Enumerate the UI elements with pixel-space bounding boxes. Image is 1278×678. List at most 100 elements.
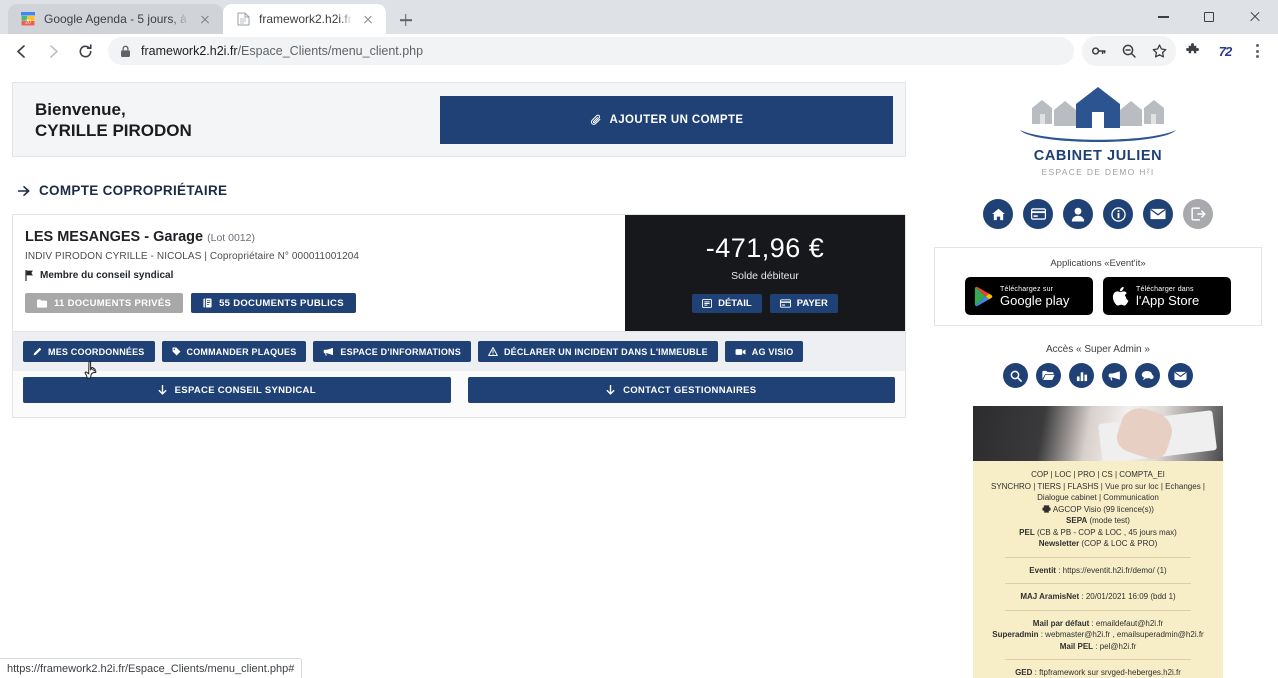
info-line-eventit: Eventit : https://eventit.h2i.fr/demo/ (… [983,565,1213,577]
extensions-button[interactable] [1178,36,1208,66]
window-close-button[interactable] [1232,0,1278,34]
action-declarer-incident[interactable]: DÉCLARER UN INCIDENT DANS L'IMMEUBLE [477,341,718,362]
nav-card-button[interactable] [1023,199,1053,229]
address-bar[interactable]: framework2.h2i.fr/Espace_Clients/menu_cl… [108,37,1074,65]
chat-icon [1141,370,1154,381]
info-line-features: SYNCHRO | TIERS | FLASHS | Vue pro sur l… [990,481,1206,491]
action-label: ESPACE D'INFORMATIONS [340,346,461,357]
admin-stats-button[interactable] [1069,363,1094,388]
admin-search-button[interactable] [1003,363,1028,388]
sidebar: CABINET JULIEN ESPACE DE DEMO H²I Applic… [918,68,1278,678]
action-mes-coordonnees[interactable]: MES COORDONNÉES [23,341,155,362]
lock-icon [121,45,130,57]
balance-pay-button[interactable]: PAYER [769,294,838,313]
action-commander-plaques[interactable]: COMMANDER PLAQUES [161,341,307,362]
app-store-badge[interactable]: Télécharger dans l'App Store [1103,277,1231,315]
admin-chat-button[interactable] [1135,363,1160,388]
chrome-menu-button[interactable] [1242,36,1272,66]
public-documents-button[interactable]: 55 DOCUMENTS PUBLICS [191,293,356,313]
google-play-text: Téléchargez sur Google play [1000,285,1069,308]
welcome-text: Bienvenue, CYRILLE PIRODON [25,99,440,141]
main-column: Bienvenue, CYRILLE PIRODON AJOUTER UN CO… [0,68,918,678]
close-icon[interactable] [197,11,213,27]
info-line-ged: GED : ftpframework sur srvged-heberges.h… [983,667,1213,678]
minimize-button[interactable] [1140,0,1186,34]
info-maj-rest: : 20/01/2021 16:09 (bdd 1) [1079,592,1176,601]
video-icon [735,348,746,355]
card-icon [1030,208,1046,220]
list-icon [702,299,713,308]
new-tab-button[interactable] [392,6,420,34]
omnibox-action-group [1082,36,1176,66]
google-play-big: Google play [1000,292,1070,308]
action-espace-informations[interactable]: ESPACE D'INFORMATIONS [313,341,471,362]
section-heading-label: COMPTE COPROPRIÉTAIRE [39,183,228,198]
envelope-icon [1150,208,1166,220]
welcome-username: CYRILLE PIRODON [35,120,192,140]
page-content: Bienvenue, CYRILLE PIRODON AJOUTER UN CO… [0,68,1278,678]
balance-label: Solde débiteur [731,270,799,282]
info-line-mail-default: Mail par défaut : emaildefaut@h2i.fr [983,618,1213,630]
logout-icon [1190,207,1206,221]
system-info-panel: COP | LOC | PRO | CS | COMPTA_EI SYNCHRO… [973,461,1223,678]
back-button[interactable] [6,36,36,66]
info-mailpel-rest: : pel@h2i.fr [1093,641,1137,651]
contact-gestionnaires-button[interactable]: CONTACT GESTIONNAIRES [467,377,895,403]
info-line-superadmin: Superadmin : webmaster@h2i.fr , emailsup… [983,629,1213,641]
info-maj-bold: MAJ AramisNet [1020,592,1080,601]
browser-tab-google-agenda[interactable]: 20 Google Agenda - 5 jours, à partir [8,4,223,34]
flag-icon [25,270,33,281]
close-icon [1249,11,1261,23]
public-documents-label: 55 DOCUMENTS PUBLICS [219,297,344,309]
close-icon[interactable] [360,11,376,27]
browser-chrome: 20 Google Agenda - 5 jours, à partir fra… [0,0,1278,68]
add-account-button[interactable]: AJOUTER UN COMPTE [440,95,893,144]
bar-chart-icon [1076,371,1087,381]
profile-button[interactable]: 72 [1210,36,1240,66]
info-sepa-bold: SEPA [1066,516,1088,525]
welcome-greeting: Bienvenue, [35,99,126,119]
account-subtitle: INDIV PIRODON CYRILLE - NICOLAS | Coprop… [25,251,360,262]
private-documents-button[interactable]: 11 DOCUMENTS PRIVÉS [25,293,184,313]
sidebar-nav-icons [918,199,1278,229]
paperclip-icon [590,114,600,125]
puzzle-icon [1186,43,1199,54]
nav-logout-button[interactable] [1183,199,1213,229]
section-heading: COMPTE COPROPRIÉTAIRE [18,183,906,198]
toolbar-actions: 72 [1082,36,1272,66]
apple-icon [1112,286,1129,306]
address-bar-url: framework2.h2i.fr/Espace_Clients/menu_cl… [141,44,423,58]
url-domain: framework2.h2i.fr [141,44,238,58]
info-line-sepa: SEPA (mode test) [983,515,1213,527]
nav-mail-button[interactable] [1143,199,1173,229]
admin-mail-button[interactable] [1168,363,1193,388]
window-controls [1140,0,1278,34]
admin-announce-button[interactable] [1102,363,1127,388]
bookmark-button[interactable] [1144,36,1174,66]
espace-conseil-syndical-button[interactable]: ESPACE CONSEIL SYNDICAL [23,377,451,403]
zoom-out-button[interactable] [1114,36,1144,66]
nav-user-button[interactable] [1063,199,1093,229]
browser-tab-framework2[interactable]: framework2.h2i.fr [223,4,386,34]
back-arrow-icon [16,44,25,58]
nav-info-button[interactable] [1103,199,1133,229]
info-line-maj: MAJ AramisNet : 20/01/2021 16:09 (bdd 1) [983,591,1213,603]
action-label: AG VISIO [751,346,794,357]
forward-button[interactable] [38,36,68,66]
balance-detail-button[interactable]: DÉTAIL [692,294,762,313]
store-badges: Téléchargez sur Google play Télécharger … [943,277,1253,315]
action-label: MES COORDONNÉES [48,346,145,357]
maximize-button[interactable] [1186,0,1232,34]
info-pel-bold: PEL [1019,527,1035,537]
houses-logo-icon [1020,87,1176,142]
info-superadmin-rest: : webmaster@h2i.fr , emailsuperadmin@h2i… [1038,630,1204,639]
council-member-label: Membre du conseil syndical [40,270,174,281]
google-play-badge[interactable]: Téléchargez sur Google play [965,277,1093,315]
kebab-menu-icon [1247,44,1267,58]
account-actions: MES COORDONNÉES COMMANDER PLAQUES ESPACE… [13,331,905,371]
reload-button[interactable] [70,36,100,66]
admin-folder-button[interactable] [1036,363,1061,388]
action-ag-visio[interactable]: AG VISIO [724,341,804,362]
nav-home-button[interactable] [983,199,1013,229]
password-manager-button[interactable] [1084,36,1114,66]
